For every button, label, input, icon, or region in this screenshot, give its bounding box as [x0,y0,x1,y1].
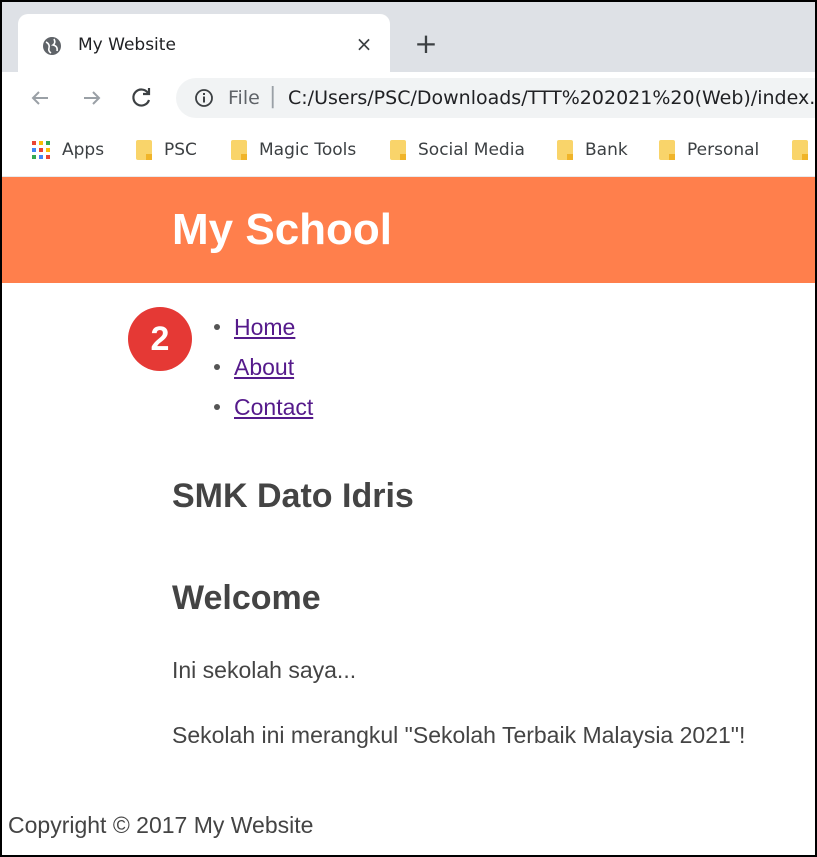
folder-icon [557,140,573,160]
tab-my-website[interactable]: My Website × [18,14,390,72]
bookmark-social-media[interactable]: Social Media [390,138,525,162]
url-text[interactable]: C:/Users/PSC/Downloads/TTT%202021%20(Web… [288,87,815,109]
back-arrow-icon[interactable] [26,84,54,112]
close-icon[interactable]: × [352,32,376,56]
site-header: My School [2,177,815,283]
globe-icon [43,37,61,55]
bookmark-apps[interactable]: Apps [32,138,104,162]
tab-title: My Website [78,35,176,55]
nav-link-contact[interactable]: Contact [234,394,313,420]
scheme-label: File [228,87,260,109]
nav-item-home: Home [214,307,313,347]
nav-link-about[interactable]: About [234,354,294,380]
nav-item-contact: Contact [214,387,313,427]
browser-toolbar: File | C:/Users/PSC/Downloads/TTT%202021… [2,72,815,124]
footer-copyright: Copyright © 2017 My Website [8,812,314,838]
tab-strip: My Website × + [2,2,815,72]
bookmark-psc[interactable]: PSC [136,138,197,162]
folder-icon [659,140,675,160]
info-icon[interactable] [194,88,214,108]
folder-icon [792,140,808,160]
site-nav: Home About Contact [214,307,313,427]
site-title: My School [172,205,393,254]
bookmark-label: PSC [164,140,197,160]
bookmark-label: Bank [585,140,628,160]
bookmark-label: Magic Tools [259,140,357,160]
bookmark-magic-tools[interactable]: Magic Tools [231,138,356,162]
nav-link-home[interactable]: Home [234,314,295,340]
reload-icon[interactable] [128,84,156,112]
step-badge: 2 [128,307,192,371]
address-bar[interactable]: File | C:/Users/PSC/Downloads/TTT%202021… [176,78,815,118]
forward-arrow-icon[interactable] [78,84,106,112]
nav-item-about: About [214,347,313,387]
bookmark-label: Apps [62,140,105,160]
bookmark-overflow[interactable] [792,138,808,162]
bookmark-bank[interactable]: Bank [557,138,628,162]
school-heading: SMK Dato Idris [172,477,414,515]
bookmark-label: Social Media [418,140,525,160]
bookmarks-bar: Apps PSC Magic Tools Social Media Bank P… [2,124,815,177]
new-tab-button[interactable]: + [412,30,440,58]
intro-paragraph: Ini sekolah saya... [172,657,357,683]
browser-window: My Website × + File | C:/Users/PSC/Downl… [0,0,817,857]
omnibox-separator: | [269,84,277,109]
folder-icon [390,140,406,160]
apps-grid-icon [32,141,50,159]
motto-paragraph: Sekolah ini merangkul "Sekolah Terbaik M… [172,722,746,748]
folder-icon [231,140,247,160]
bookmark-label: Personal [687,140,760,160]
bookmark-personal[interactable]: Personal [659,138,759,162]
folder-icon [136,140,152,160]
welcome-heading: Welcome [172,579,321,617]
web-page: My School 2 Home About Contact SMK Dato … [2,177,815,855]
